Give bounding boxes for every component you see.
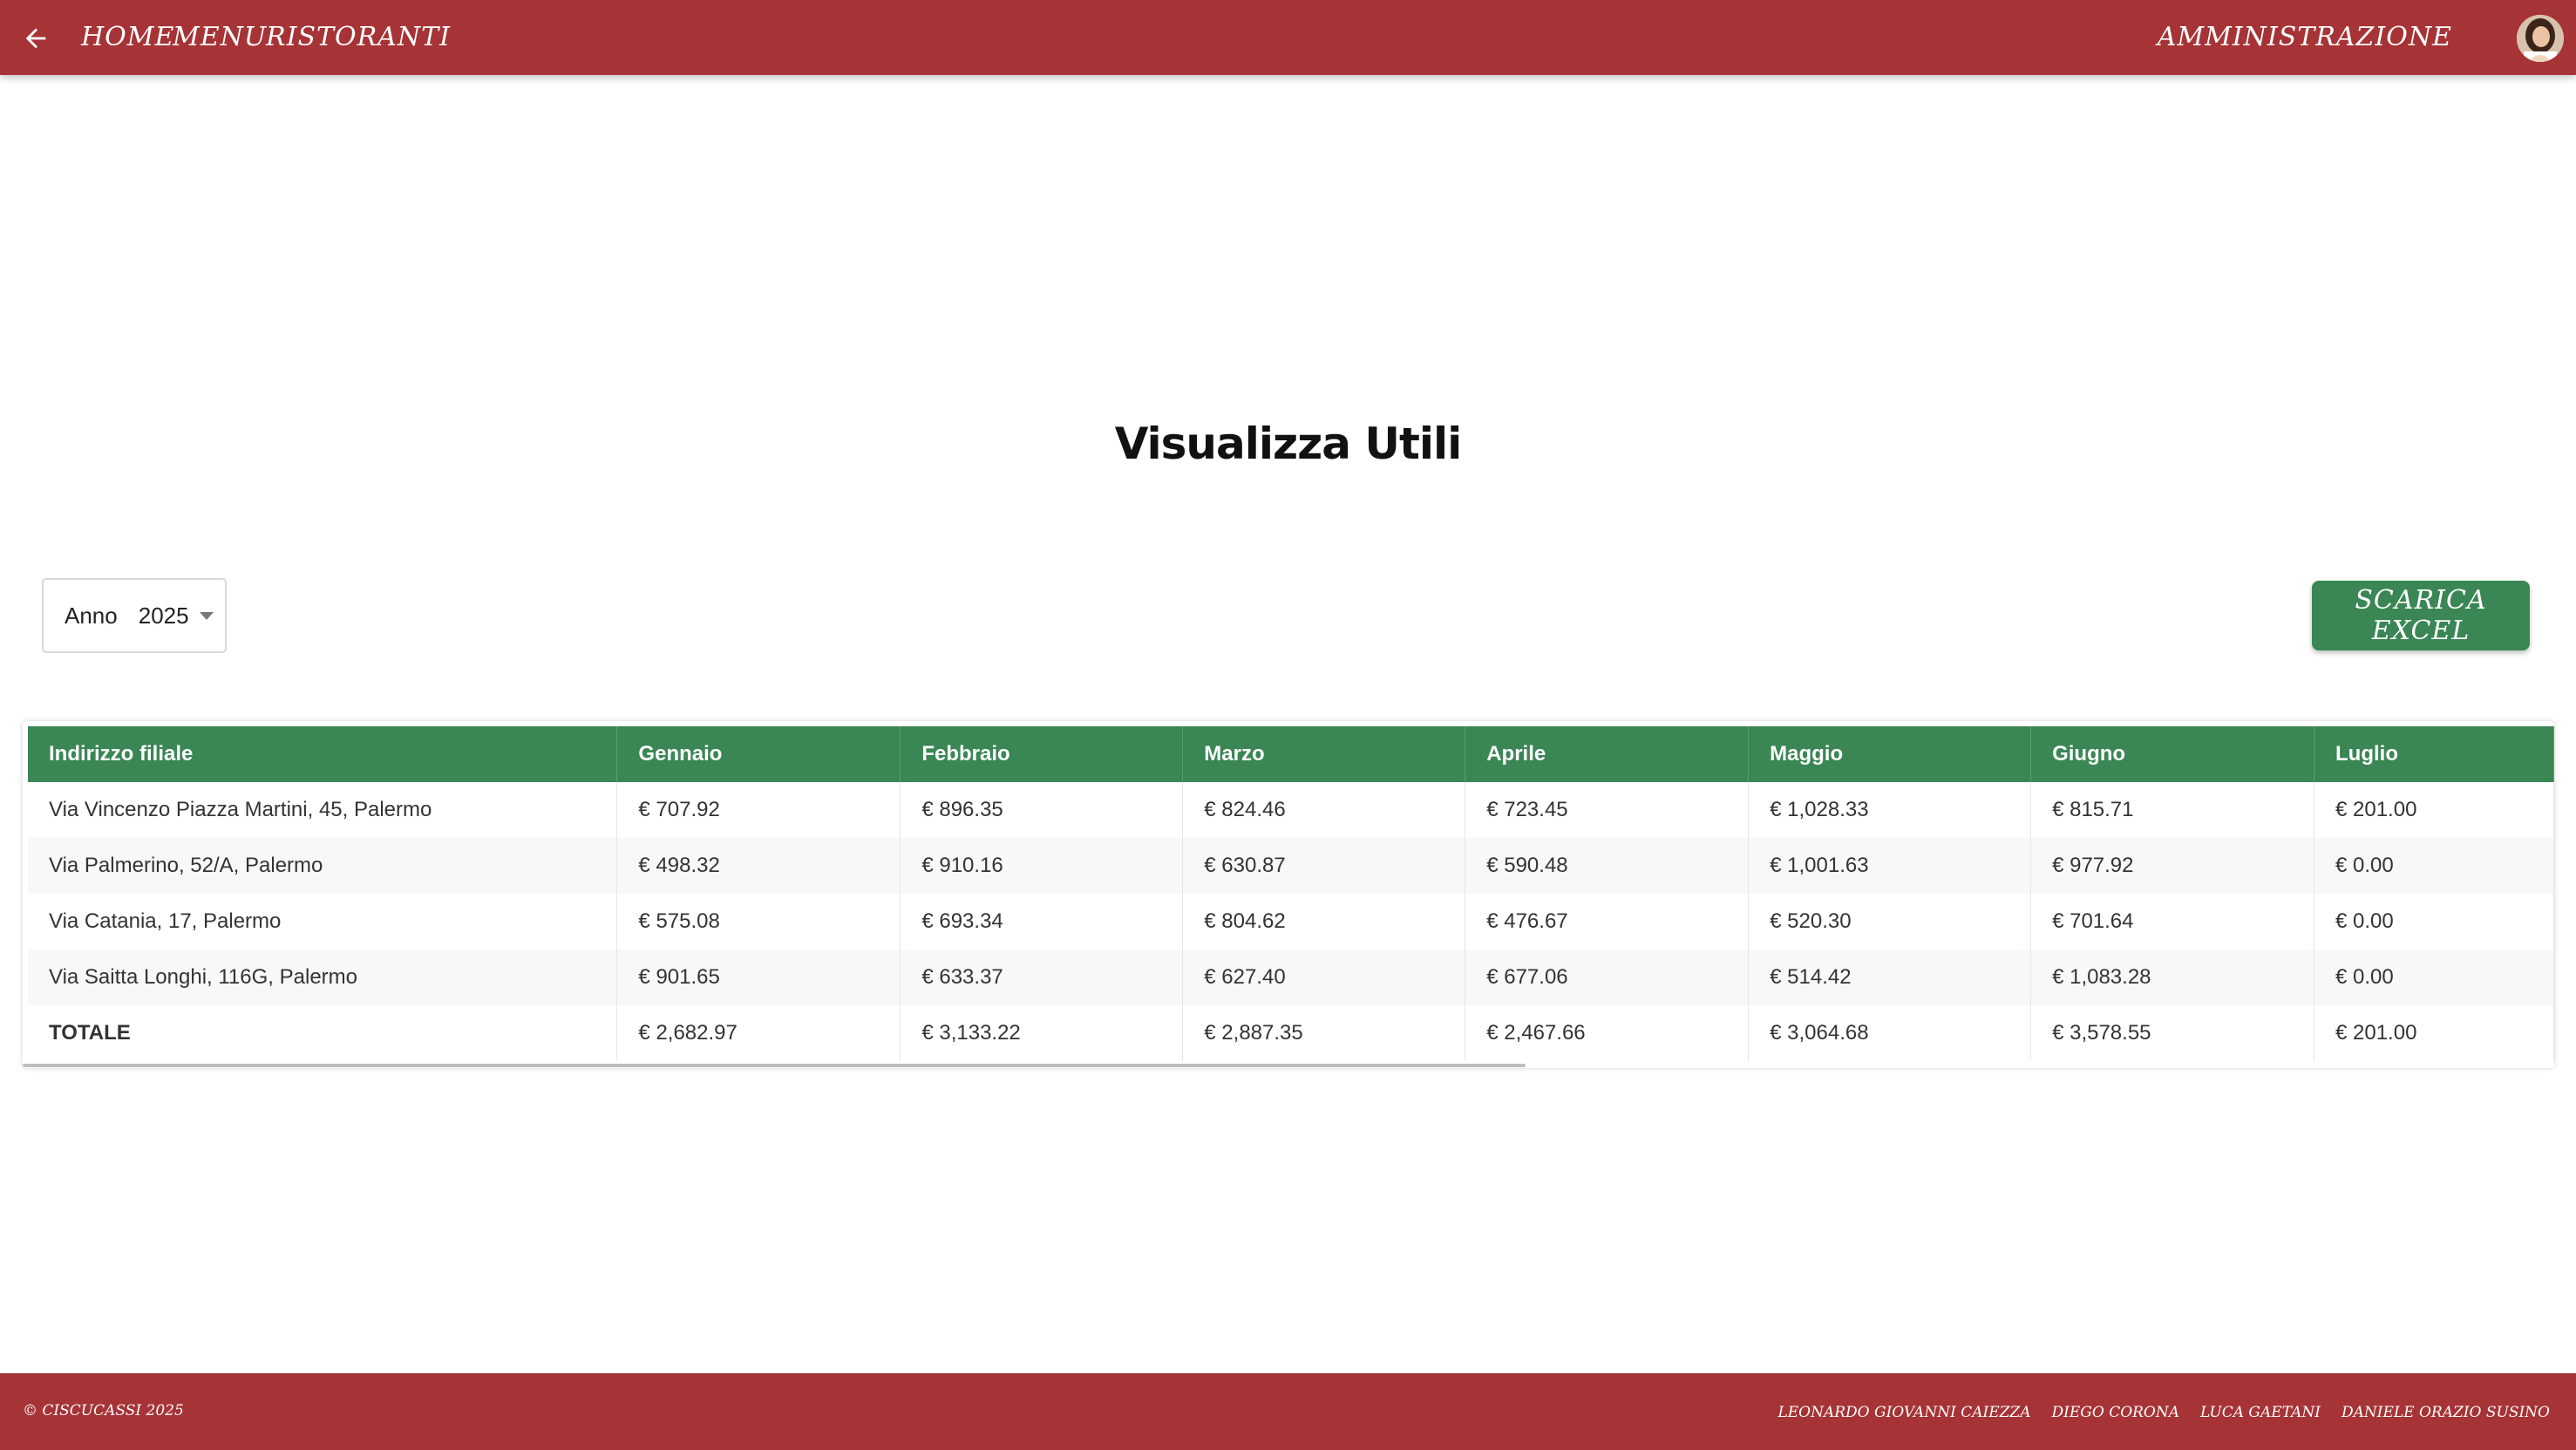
total-cell: € 3,133.22 <box>900 1005 1184 1061</box>
table-cell: € 520.30 <box>1748 894 2032 950</box>
table-cell: € 1,028.33 <box>1748 782 2032 838</box>
year-select[interactable]: Anno 2025 <box>42 578 227 653</box>
branch-address-cell: Via Catania, 17, Palermo <box>28 894 618 950</box>
author-name: LEONARDO GIOVANNI CAIEZZA <box>1777 1404 2031 1421</box>
table-cell: € 707.92 <box>616 782 901 838</box>
nav-home-link[interactable]: HOME <box>81 19 174 56</box>
author-name: DANIELE ORAZIO SUSINO <box>2341 1404 2550 1421</box>
table-row: Via Vincenzo Piazza Martini, 45, Palermo… <box>28 782 2554 838</box>
table-cell: € 0.00 <box>2314 894 2554 950</box>
table-header-row: Indirizzo filiale Gennaio Febbraio Marzo… <box>28 726 2554 782</box>
table-cell: € 498.32 <box>616 838 901 894</box>
column-header[interactable]: Febbraio <box>900 726 1184 782</box>
arrow-left-icon <box>25 28 46 49</box>
footer: © CISCUCASSI 2025 LEONARDO GIOVANNI CAIE… <box>0 1373 2576 1450</box>
column-header[interactable]: Giugno <box>2030 726 2314 782</box>
footer-authors: LEONARDO GIOVANNI CAIEZZA DIEGO CORONA L… <box>1777 1404 2550 1421</box>
table-cell: € 590.48 <box>1465 838 1750 894</box>
download-excel-button[interactable]: SCARICA EXCEL <box>2312 581 2530 650</box>
author-name: LUCA GAETANI <box>2200 1404 2321 1421</box>
avatar-image <box>2517 15 2564 62</box>
total-cell: € 2,682.97 <box>616 1005 901 1061</box>
column-header[interactable]: Marzo <box>1182 726 1466 782</box>
year-select-value: 2025 <box>138 602 189 629</box>
profits-table: Indirizzo filiale Gennaio Febbraio Marzo… <box>28 726 2554 1061</box>
table-cell: € 693.34 <box>900 894 1184 950</box>
table-cell: € 824.46 <box>1182 782 1466 838</box>
page-title: Visualizza Utili <box>1114 419 1463 469</box>
column-header[interactable]: Luglio <box>2314 726 2554 782</box>
back-button[interactable] <box>17 20 54 57</box>
table-cell: € 575.08 <box>616 894 901 950</box>
table-cell: € 804.62 <box>1182 894 1466 950</box>
branch-address-cell: Via Vincenzo Piazza Martini, 45, Palermo <box>28 782 618 838</box>
table-cell: € 0.00 <box>2314 838 2554 894</box>
top-navbar: HOME MENU RISTORANTI AMMINISTRAZIONE <box>0 0 2576 75</box>
table-cell: € 815.71 <box>2030 782 2314 838</box>
table-cell: € 723.45 <box>1465 782 1750 838</box>
total-cell: € 3,064.68 <box>1748 1005 2032 1061</box>
profits-table-container: Indirizzo filiale Gennaio Febbraio Marzo… <box>23 721 2554 1068</box>
user-avatar[interactable] <box>2517 15 2564 62</box>
table-cell: € 514.42 <box>1748 950 2032 1005</box>
caret-down-icon <box>199 611 214 620</box>
footer-copyright: © CISCUCASSI 2025 <box>23 1402 184 1419</box>
table-cell: € 201.00 <box>2314 782 2554 838</box>
total-cell: € 201.00 <box>2314 1005 2554 1061</box>
total-cell: € 2,887.35 <box>1182 1005 1466 1061</box>
branch-address-cell: Via Saitta Longhi, 116G, Palermo <box>28 950 618 1005</box>
column-header[interactable]: Gennaio <box>616 726 901 782</box>
total-label-cell: TOTALE <box>28 1005 618 1061</box>
table-cell: € 476.67 <box>1465 894 1750 950</box>
year-select-label: Anno <box>65 602 118 629</box>
table-cell: € 1,001.63 <box>1748 838 2032 894</box>
table-cell: € 630.87 <box>1182 838 1466 894</box>
table-total-row: TOTALE € 2,682.97 € 3,133.22 € 2,887.35 … <box>28 1005 2554 1061</box>
column-header[interactable]: Aprile <box>1465 726 1750 782</box>
total-cell: € 3,578.55 <box>2030 1005 2314 1061</box>
total-cell: € 2,467.66 <box>1465 1005 1750 1061</box>
column-header[interactable]: Indirizzo filiale <box>28 726 618 782</box>
table-cell: € 896.35 <box>900 782 1184 838</box>
table-cell: € 677.06 <box>1465 950 1750 1005</box>
table-row: Via Palmerino, 52/A, Palermo € 498.32 € … <box>28 838 2554 894</box>
table-cell: € 633.37 <box>900 950 1184 1005</box>
table-row: Via Saitta Longhi, 116G, Palermo € 901.6… <box>28 950 2554 1005</box>
nav-menu-link[interactable]: MENU <box>173 19 267 56</box>
author-name: DIEGO CORONA <box>2051 1404 2180 1421</box>
table-cell: € 627.40 <box>1182 950 1466 1005</box>
column-header[interactable]: Maggio <box>1748 726 2032 782</box>
table-cell: € 1,083.28 <box>2030 950 2314 1005</box>
table-cell: € 910.16 <box>900 838 1184 894</box>
table-row: Via Catania, 17, Palermo € 575.08 € 693.… <box>28 894 2554 950</box>
table-cell: € 701.64 <box>2030 894 2314 950</box>
nav-amministrazione-link[interactable]: AMMINISTRAZIONE <box>2158 19 2452 56</box>
horizontal-scrollbar[interactable] <box>23 1064 1526 1067</box>
table-cell: € 977.92 <box>2030 838 2314 894</box>
table-cell: € 0.00 <box>2314 950 2554 1005</box>
branch-address-cell: Via Palmerino, 52/A, Palermo <box>28 838 618 894</box>
nav-ristoranti-link[interactable]: RISTORANTI <box>266 19 451 56</box>
table-cell: € 901.65 <box>616 950 901 1005</box>
